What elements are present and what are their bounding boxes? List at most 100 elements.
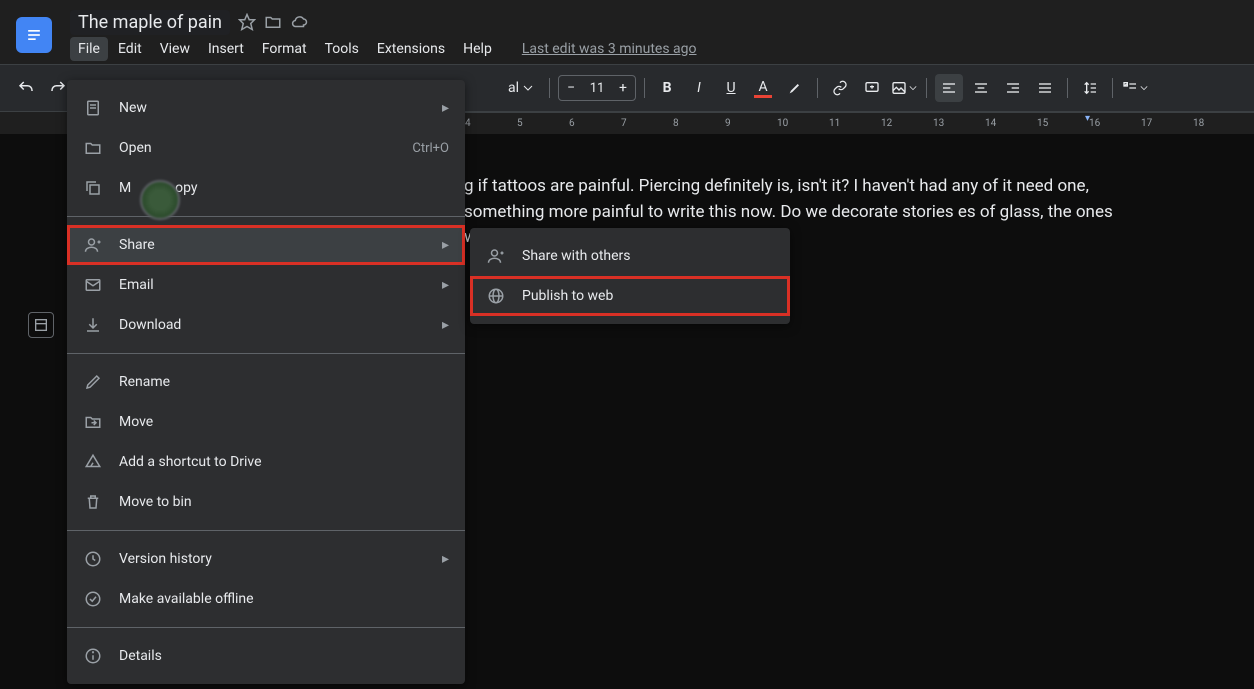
menu-help[interactable]: Help <box>455 37 500 61</box>
cloud-status-icon[interactable] <box>290 13 308 31</box>
menu-view[interactable]: View <box>152 37 198 61</box>
separator <box>549 78 550 98</box>
document-title[interactable]: The maple of pain <box>70 10 230 35</box>
menu-shortcut: Ctrl+O <box>412 141 449 156</box>
menu-separator <box>67 530 465 531</box>
menu-label: Download <box>119 317 442 333</box>
increase-font-button[interactable]: + <box>611 76 635 100</box>
highlight-button[interactable] <box>781 74 809 102</box>
menu-extensions[interactable]: Extensions <box>369 37 453 61</box>
menu-item-move[interactable]: Move <box>67 402 465 442</box>
move-folder-icon[interactable] <box>264 13 282 31</box>
align-left-button[interactable] <box>935 74 963 102</box>
menu-item-details[interactable]: Details <box>67 636 465 676</box>
underline-button[interactable]: U <box>717 74 745 102</box>
line-spacing-button[interactable] <box>1076 74 1104 102</box>
ruler-tick: 5 <box>517 118 523 129</box>
menu-label: Share <box>119 237 442 253</box>
menu-item-rename[interactable]: Rename <box>67 362 465 402</box>
menu-item-available-offline[interactable]: Make available offline <box>67 579 465 619</box>
menu-item-email[interactable]: Email ▸ <box>67 265 465 305</box>
menu-edit[interactable]: Edit <box>110 37 150 61</box>
ruler-tick: 14 <box>985 118 996 129</box>
ruler-tick: 11 <box>829 118 840 129</box>
submenu-item-publish-web[interactable]: Publish to web <box>470 276 790 316</box>
ruler-tick: 6 <box>569 118 575 129</box>
text-style-select[interactable]: al <box>500 80 541 96</box>
menu-item-move-to-bin[interactable]: Move to bin <box>67 482 465 522</box>
share-submenu: Share with others Publish to web <box>470 228 790 324</box>
download-icon <box>83 315 103 335</box>
offline-icon <box>83 589 103 609</box>
font-size-value[interactable]: 11 <box>583 81 611 96</box>
ruler-tick: 4 <box>465 118 471 129</box>
insert-image-button[interactable] <box>890 74 918 102</box>
submenu-arrow-icon: ▸ <box>442 551 449 567</box>
undo-button[interactable] <box>12 74 40 102</box>
menu-separator <box>67 627 465 628</box>
menu-tools[interactable]: Tools <box>317 37 367 61</box>
ruler-tick: 13 <box>933 118 944 129</box>
move-icon <box>83 412 103 432</box>
menu-label: Publish to web <box>522 288 774 304</box>
font-size-group: − 11 + <box>558 75 636 101</box>
text-color-button[interactable]: A <box>749 74 777 102</box>
menu-label: Share with others <box>522 248 774 264</box>
email-icon <box>83 275 103 295</box>
drive-shortcut-icon <box>83 452 103 472</box>
bold-button[interactable]: B <box>653 74 681 102</box>
align-right-button[interactable] <box>999 74 1027 102</box>
menu-label: Make available offline <box>119 591 449 607</box>
italic-button[interactable]: I <box>685 74 713 102</box>
decrease-font-button[interactable]: − <box>559 76 583 100</box>
menu-item-new[interactable]: New ▸ <box>67 88 465 128</box>
align-justify-button[interactable] <box>1031 74 1059 102</box>
info-icon <box>83 646 103 666</box>
add-comment-button[interactable] <box>858 74 886 102</box>
ruler-tick: 7 <box>621 118 627 129</box>
separator <box>1112 78 1113 98</box>
document-icon <box>83 98 103 118</box>
menu-label: Version history <box>119 551 442 567</box>
insert-link-button[interactable] <box>826 74 854 102</box>
ruler-tick: 15 <box>1037 118 1048 129</box>
file-menu-dropdown: New ▸ Open Ctrl+O Make a copy Share ▸ Em… <box>67 80 465 684</box>
outline-toggle-icon[interactable] <box>28 312 54 338</box>
menu-file[interactable]: File <box>70 37 108 61</box>
menu-item-download[interactable]: Download ▸ <box>67 305 465 345</box>
docs-logo[interactable] <box>16 17 52 53</box>
header: The maple of pain File Edit View Insert … <box>0 0 1254 64</box>
menu-label: Move <box>119 414 449 430</box>
separator <box>926 78 927 98</box>
menu-label: Add a shortcut to Drive <box>119 454 449 470</box>
menu-label: Move to bin <box>119 494 449 510</box>
globe-icon <box>486 286 506 306</box>
star-icon[interactable] <box>238 13 256 31</box>
submenu-arrow-icon: ▸ <box>442 100 449 116</box>
submenu-arrow-icon: ▸ <box>442 317 449 333</box>
pencil-icon <box>83 372 103 392</box>
menu-item-add-shortcut[interactable]: Add a shortcut to Drive <box>67 442 465 482</box>
trash-icon <box>83 492 103 512</box>
menu-label: Open <box>119 140 412 156</box>
checklist-button[interactable] <box>1121 74 1149 102</box>
separator <box>644 78 645 98</box>
submenu-arrow-icon: ▸ <box>442 277 449 293</box>
menu-format[interactable]: Format <box>254 37 315 61</box>
menu-insert[interactable]: Insert <box>200 37 252 61</box>
person-add-icon <box>486 246 506 266</box>
last-edit-link[interactable]: Last edit was 3 minutes ago <box>522 41 697 57</box>
menu-item-open[interactable]: Open Ctrl+O <box>67 128 465 168</box>
menu-label: New <box>119 100 442 116</box>
menu-bar: File Edit View Insert Format Tools Exten… <box>70 37 697 61</box>
submenu-item-share-others[interactable]: Share with others <box>470 236 790 276</box>
align-center-button[interactable] <box>967 74 995 102</box>
avatar <box>140 180 180 220</box>
menu-separator <box>67 216 465 217</box>
menu-item-version-history[interactable]: Version history ▸ <box>67 539 465 579</box>
menu-item-make-copy[interactable]: Make a copy <box>67 168 465 208</box>
history-icon <box>83 549 103 569</box>
menu-separator <box>67 353 465 354</box>
ruler-tick: 8 <box>673 118 679 129</box>
menu-item-share[interactable]: Share ▸ <box>67 225 465 265</box>
